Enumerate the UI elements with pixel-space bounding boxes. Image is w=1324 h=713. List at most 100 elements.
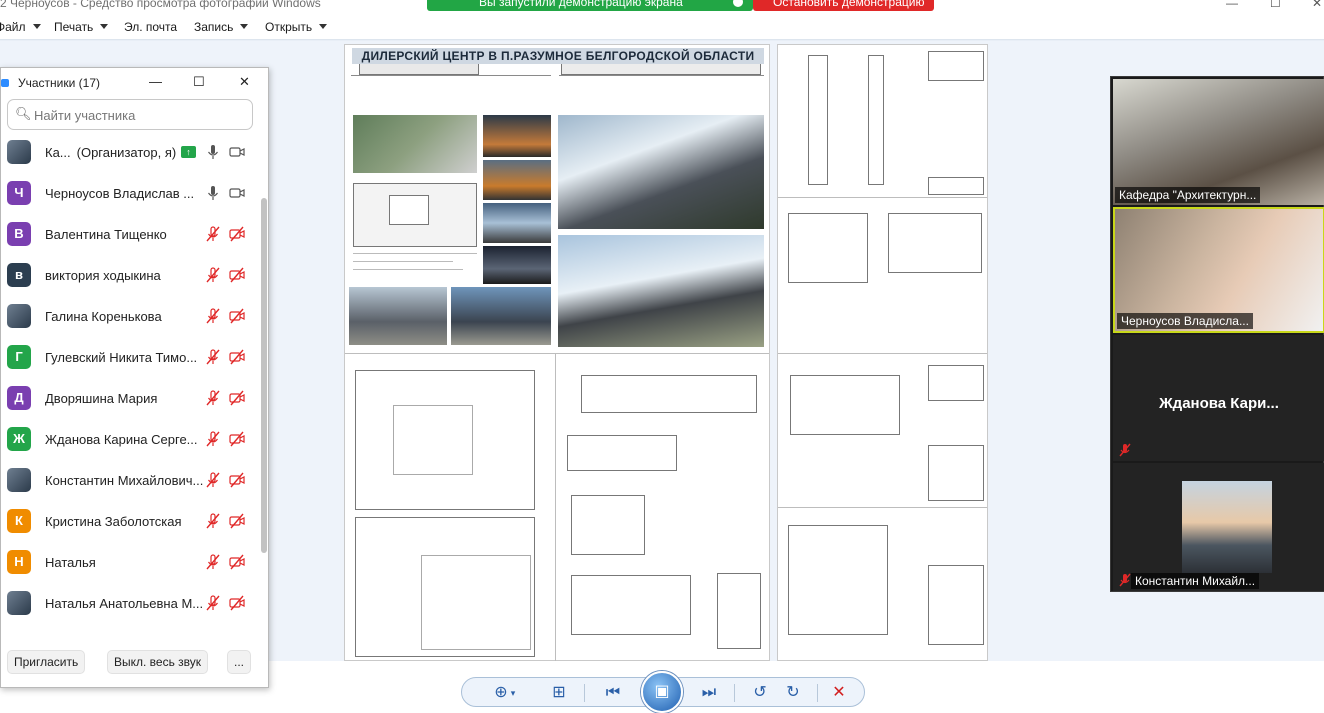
mic-muted-icon[interactable] — [205, 472, 221, 488]
video-tile-name: Черноусов Владисла... — [1117, 313, 1253, 329]
share-status-text: Вы запустили демонстрацию экрана — [479, 0, 683, 9]
maximize-icon[interactable]: ☐ — [1270, 0, 1281, 10]
participant-list-scrollbar[interactable] — [259, 132, 268, 632]
participant-row[interactable]: Ж Жданова Карина Серге... — [1, 419, 259, 460]
minimize-icon[interactable]: — — [149, 74, 162, 89]
avatar: в — [7, 263, 31, 287]
mic-muted-icon[interactable] — [205, 431, 221, 447]
video-off-icon[interactable] — [229, 226, 245, 242]
participant-row[interactable]: К Кристина Заболотская — [1, 501, 259, 542]
participant-name: Наталья — [45, 555, 205, 570]
participant-name: виктория ходыкина — [45, 268, 205, 283]
maximize-icon[interactable]: ☐ — [193, 74, 205, 90]
video-off-icon[interactable] — [229, 554, 245, 570]
invite-button[interactable]: Пригласить — [7, 650, 86, 674]
actual-size-icon[interactable]: ⊞ — [548, 683, 570, 703]
video-tile-active-speaker[interactable]: Черноусов Владисла... — [1113, 207, 1324, 333]
avatar: Ж — [7, 427, 31, 451]
avatar: В — [7, 222, 31, 246]
video-off-icon[interactable] — [229, 267, 245, 283]
menu-burn-label: Запись — [194, 20, 234, 34]
video-tile-big-name: Жданова Кари... — [1159, 395, 1279, 412]
participant-row[interactable]: Ч Черноусов Владислав ... — [1, 173, 259, 214]
menu-print[interactable]: Печать — [54, 20, 109, 34]
slideshow-icon: ▣ — [654, 683, 670, 700]
stop-share-button[interactable]: Остановить демонстрацию — [753, 0, 934, 11]
video-icon[interactable] — [229, 185, 245, 201]
mic-muted-icon[interactable] — [205, 390, 221, 406]
participant-row[interactable]: Галина Коренькова — [1, 296, 259, 337]
participant-name-text: Наталья — [45, 555, 96, 570]
slideshow-button[interactable]: ▣ — [641, 671, 683, 713]
more-button[interactable]: ... — [227, 650, 252, 674]
mic-icon[interactable] — [205, 185, 221, 201]
participant-name-text: Дворяшина Мария — [45, 391, 158, 406]
video-off-icon[interactable] — [229, 431, 245, 447]
mic-muted-icon[interactable] — [205, 226, 221, 242]
participant-row[interactable]: Н Наталья — [1, 542, 259, 583]
participants-title: Участники (17) — [18, 76, 101, 90]
participant-name: Наталья Анатольевна М... — [45, 596, 205, 611]
close-icon[interactable]: ✕ — [239, 74, 250, 90]
video-tile-no-video[interactable]: Жданова Кари... — [1113, 335, 1324, 461]
mute-all-button[interactable]: Выкл. весь звук — [107, 650, 209, 674]
video-off-icon[interactable] — [229, 472, 245, 488]
chevron-down-icon[interactable]: ▾ — [508, 683, 518, 703]
mic-muted-icon[interactable] — [205, 349, 221, 365]
video-off-icon[interactable] — [229, 513, 245, 529]
share-status-banner[interactable]: Вы запустили демонстрацию экрана — [427, 0, 753, 11]
participant-search-input[interactable] — [34, 106, 244, 124]
participant-role: (Организатор, я) — [76, 145, 177, 160]
mic-muted-icon[interactable] — [205, 554, 221, 570]
rotate-left-icon[interactable]: ↺ — [749, 683, 771, 703]
minimize-icon[interactable]: — — [1226, 0, 1238, 10]
rotate-right-icon[interactable]: ↻ — [782, 683, 804, 703]
drawing-sheet-title: ДИЛЕРСКИЙ ЦЕНТР В П.РАЗУМНОЕ БЕЛГОРОДСКО… — [352, 48, 764, 64]
share-screen-icon: ↑ — [181, 146, 196, 158]
participant-search[interactable]: 🔍︎ — [7, 99, 253, 130]
video-off-icon[interactable] — [229, 595, 245, 611]
mic-muted-icon[interactable] — [205, 595, 221, 611]
mic-muted-icon[interactable] — [205, 308, 221, 324]
menu-file[interactable]: Файл — [0, 20, 41, 34]
video-off-icon[interactable] — [229, 390, 245, 406]
chevron-down-icon — [32, 24, 41, 29]
window-title: 2 Черноусов - Средство просмотра фотогра… — [0, 0, 321, 10]
participant-row[interactable]: Д Дворяшина Мария — [1, 378, 259, 419]
video-tile[interactable]: Кафедра "Архитектурн... — [1113, 79, 1324, 205]
participant-name-text: Жданова Карина Серге... — [45, 432, 198, 447]
participant-row[interactable]: Наталья Анатольевна М... — [1, 583, 259, 624]
mic-icon[interactable] — [205, 144, 221, 160]
scrollbar-thumb[interactable] — [261, 198, 267, 553]
participants-panel: Участники (17) — ☐ ✕ 🔍︎ Ка... (Организато… — [0, 67, 269, 688]
participant-name-text: Ка... — [45, 145, 71, 160]
participant-name: Жданова Карина Серге... — [45, 432, 205, 447]
participant-name: Галина Коренькова — [45, 309, 205, 324]
participant-row[interactable]: в виктория ходыкина — [1, 255, 259, 296]
delete-icon[interactable]: ✕ — [828, 683, 850, 703]
video-off-icon[interactable] — [229, 349, 245, 365]
menu-email[interactable]: Эл. почта — [124, 20, 177, 34]
previous-icon[interactable]: ⏮ — [602, 683, 624, 703]
participant-name: Кристина Заболотская — [45, 514, 205, 529]
menu-burn[interactable]: Запись — [194, 20, 249, 34]
participant-row[interactable]: Г Гулевский Никита Тимо... — [1, 337, 259, 378]
participant-row[interactable]: В Валентина Тищенко — [1, 214, 259, 255]
next-icon[interactable]: ⏭ — [698, 683, 720, 703]
close-icon[interactable]: ✕ — [1312, 0, 1322, 10]
participant-name: Черноусов Владислав ... — [45, 186, 205, 201]
participant-row[interactable]: Ка... (Организатор, я) ↑ — [1, 132, 259, 173]
participant-name-text: Галина Коренькова — [45, 309, 162, 324]
video-icon[interactable] — [229, 144, 245, 160]
menu-open[interactable]: Открыть — [265, 20, 328, 34]
drawing-sheet-structural — [777, 44, 988, 661]
video-tile-photo[interactable]: Константин Михайл... — [1113, 463, 1324, 591]
avatar — [7, 304, 31, 328]
chevron-down-icon — [319, 24, 328, 29]
video-off-icon[interactable] — [229, 308, 245, 324]
mic-muted-icon[interactable] — [205, 267, 221, 283]
drawing-sheet-main — [344, 44, 770, 661]
mic-muted-icon[interactable] — [205, 513, 221, 529]
participant-row[interactable]: Константин Михайлович... — [1, 460, 259, 501]
menu-file-label: Файл — [0, 20, 26, 34]
